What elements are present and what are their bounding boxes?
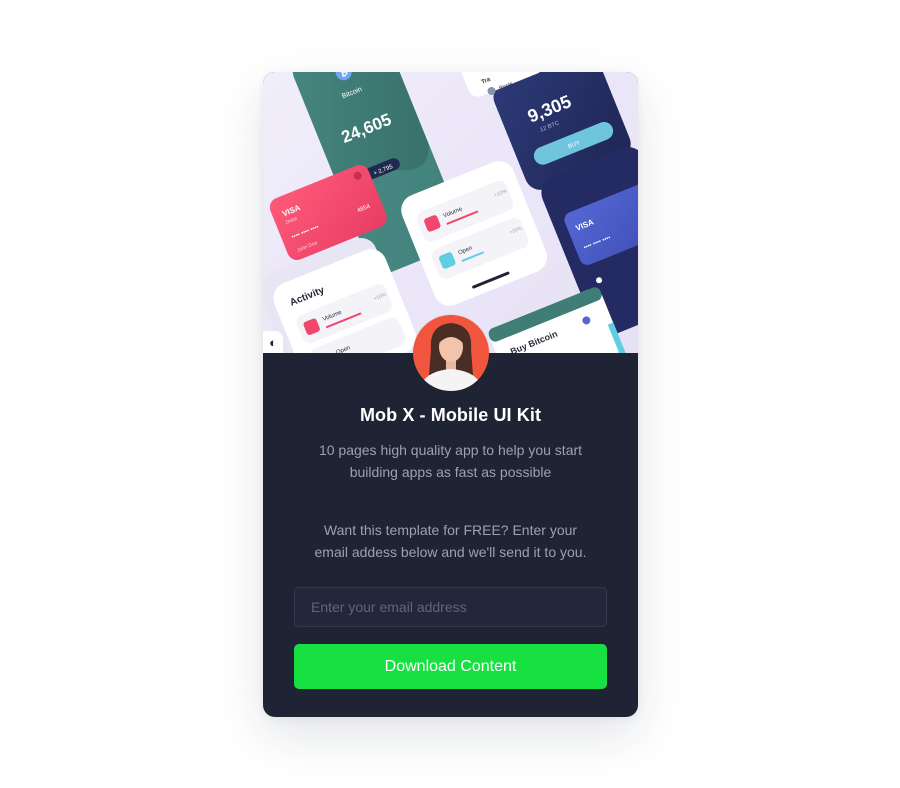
avatar — [413, 315, 489, 391]
app-screens-illustration: ₿ Bitcoin 24,605 + 2,795 Volume +10% Ope… — [263, 72, 638, 353]
email-input[interactable] — [294, 587, 607, 627]
download-button[interactable]: Download Content — [294, 644, 607, 689]
offer-text: Want this template for FREE? Enter your … — [314, 522, 587, 560]
preview-image: ₿ Bitcoin 24,605 + 2,795 Volume +10% Ope… — [263, 72, 638, 353]
avatar-portrait — [413, 315, 489, 391]
signup-card: ₿ Bitcoin 24,605 + 2,795 Volume +10% Ope… — [263, 72, 638, 717]
card-subtitle: 10 pages high quality app to help you st… — [318, 442, 583, 480]
theme-toggle-icon[interactable]: ◐ — [263, 331, 283, 353]
card-title: Mob X - Mobile UI Kit — [359, 405, 542, 425]
